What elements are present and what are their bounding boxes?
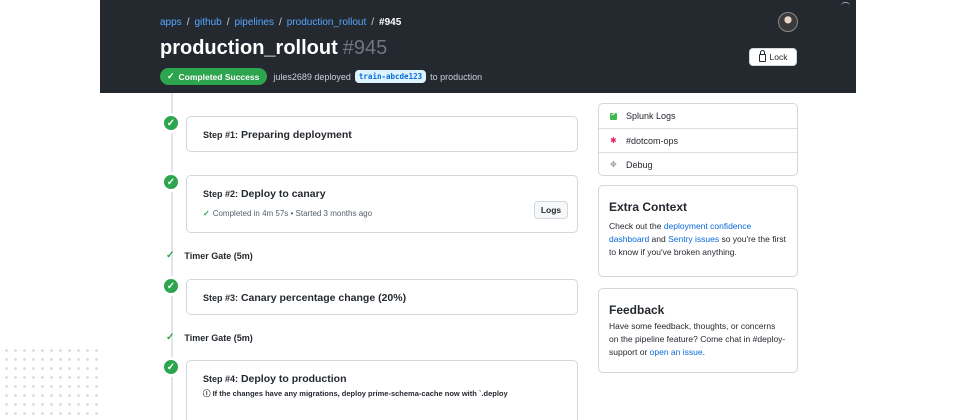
status-badge-label: Completed Success [178,71,260,82]
status-badge: ✓ Completed Success [160,68,268,85]
step-4-check-icon: ✓ [162,358,180,376]
pipeline-name: production_rollout [160,37,338,59]
timer-gate-1-label: Timer Gate (5m) [184,250,253,261]
step-3-check-icon: ✓ [162,277,180,295]
step-3-label: Step #3: [203,293,239,303]
breadcrumb-apps[interactable]: apps [160,17,182,28]
step-3-name: Canary percentage change (20%) [240,292,407,304]
step-card-1[interactable]: Step #1: Preparing deployment [186,116,578,152]
step-2-label: Step #2: [203,189,239,199]
target-text: to production [430,71,483,82]
breadcrumb-production-rollout[interactable]: production_rollout [287,17,367,28]
check-icon: ✓ [203,209,210,218]
logs-button[interactable]: Logs [534,201,568,219]
status-row: ✓ Completed Success jules2689 deployed tr… [160,68,482,85]
breadcrumb-github[interactable]: github [194,17,221,28]
step-3-title: Step #3: Canary percentage change (20%) [203,292,406,304]
feedback-box: Feedback Have some feedback, thoughts, o… [598,288,798,373]
step-2-check-icon: ✓ [162,173,180,191]
open-issue-link[interactable]: open an issue [650,347,703,357]
slack-icon: ✱ [610,135,617,145]
lock-button-label: Lock [769,52,788,62]
branch-tag[interactable]: train-abcde123 [354,70,427,83]
sidebar-link-label: #dotcom-ops [626,135,679,146]
extra-context-title: Extra Context [609,200,688,214]
step-2-name: Deploy to canary [240,188,326,200]
check-icon: ✓ [166,250,175,261]
extra-context-text-2: and [649,234,669,244]
step-4-title: Step #4: Deploy to production [203,373,347,385]
sidebar-link-splunk-logs[interactable]: Splunk Logs [599,104,797,128]
step-card-3[interactable]: Step #3: Canary percentage change (20%) [186,279,578,315]
feedback-text: Have some feedback, thoughts, or concern… [609,320,787,359]
debug-icon: ✥ [610,159,617,169]
step-2-meta: ✓ Completed in 4m 57s • Started 3 months … [203,209,372,218]
timer-gate-1: ✓ Timer Gate (5m) [166,250,253,261]
step-1-label: Step #1: [203,130,239,140]
lock-button[interactable]: Lock [749,48,797,66]
splunk-icon [610,111,617,120]
check-icon: ✓ [167,71,175,81]
step-4-name: Deploy to production [240,373,347,385]
sidebar-link-dotcom-ops[interactable]: ✱ #dotcom-ops [599,128,797,152]
lock-icon [758,50,766,62]
user-avatar[interactable] [778,12,798,32]
timer-gate-2: ✓ Timer Gate (5m) [166,332,253,343]
step-4-note: ⓘ If the changes have any migrations, de… [203,389,508,398]
scroll-indicator-icon [841,2,850,6]
decorative-dot-grid [2,346,98,416]
page-header: apps / github / pipelines / production_rollout… [100,0,856,93]
step-card-4[interactable]: Step #4: Deploy to production ⓘ If the c… [186,360,578,420]
step-card-2[interactable]: Step #2: Deploy to canary ✓ Completed in … [186,175,578,233]
feedback-title: Feedback [609,303,665,317]
step-1-title: Step #1: Preparing deployment [203,129,352,141]
sidebar-links: Splunk Logs ✱ #dotcom-ops ✥ Debug [598,103,798,176]
timer-gate-2-label: Timer Gate (5m) [184,332,253,343]
run-number: #945 [342,37,388,59]
sidebar-link-debug[interactable]: ✥ Debug [599,152,797,176]
check-icon: ✓ [166,332,175,343]
feedback-text-2: . [702,347,705,357]
step-2-title: Step #2: Deploy to canary [203,188,326,200]
page-title: production_rollout #945 [160,37,387,60]
sidebar-link-label: Splunk Logs [626,111,676,121]
step-1-name: Preparing deployment [240,129,352,141]
extra-context-box: Extra Context Check out the deployment c… [598,185,798,277]
step-2-meta-text: Completed in 4m 57s • Started 3 months a… [212,209,373,218]
deploy-text: jules2689 deployed [273,71,351,82]
step-1-check-icon: ✓ [162,114,180,132]
sidebar-link-label: Debug [626,159,653,170]
breadcrumb-pipelines[interactable]: pipelines [235,17,274,28]
step-4-label: Step #4: [203,374,239,384]
breadcrumb: apps / github / pipelines / production_rollout… [160,17,402,28]
extra-context-text-1: Check out the [609,221,664,231]
sentry-issues-link[interactable]: Sentry issues [668,234,719,244]
pipeline-page: apps / github / pipelines / production_rollout… [100,0,856,420]
extra-context-text: Check out the deployment confidence dash… [609,220,787,259]
breadcrumb-current: #945 [379,17,402,28]
